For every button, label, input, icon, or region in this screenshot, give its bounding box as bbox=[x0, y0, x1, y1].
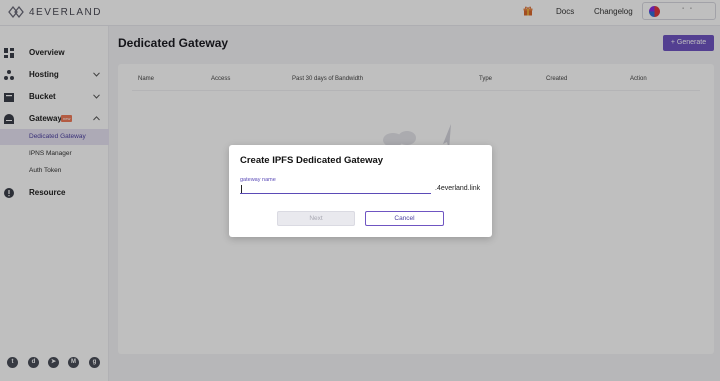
text-caret bbox=[241, 185, 242, 193]
gateway-name-label: gateway name bbox=[240, 177, 276, 183]
create-gateway-dialog: Create IPFS Dedicated Gateway gateway na… bbox=[229, 145, 492, 237]
domain-suffix: .4everland.link bbox=[435, 185, 481, 192]
next-button[interactable]: Next bbox=[277, 211, 355, 226]
gateway-name-input[interactable] bbox=[240, 184, 431, 194]
dialog-title: Create IPFS Dedicated Gateway bbox=[240, 155, 384, 166]
cancel-button[interactable]: Cancel bbox=[365, 211, 444, 226]
